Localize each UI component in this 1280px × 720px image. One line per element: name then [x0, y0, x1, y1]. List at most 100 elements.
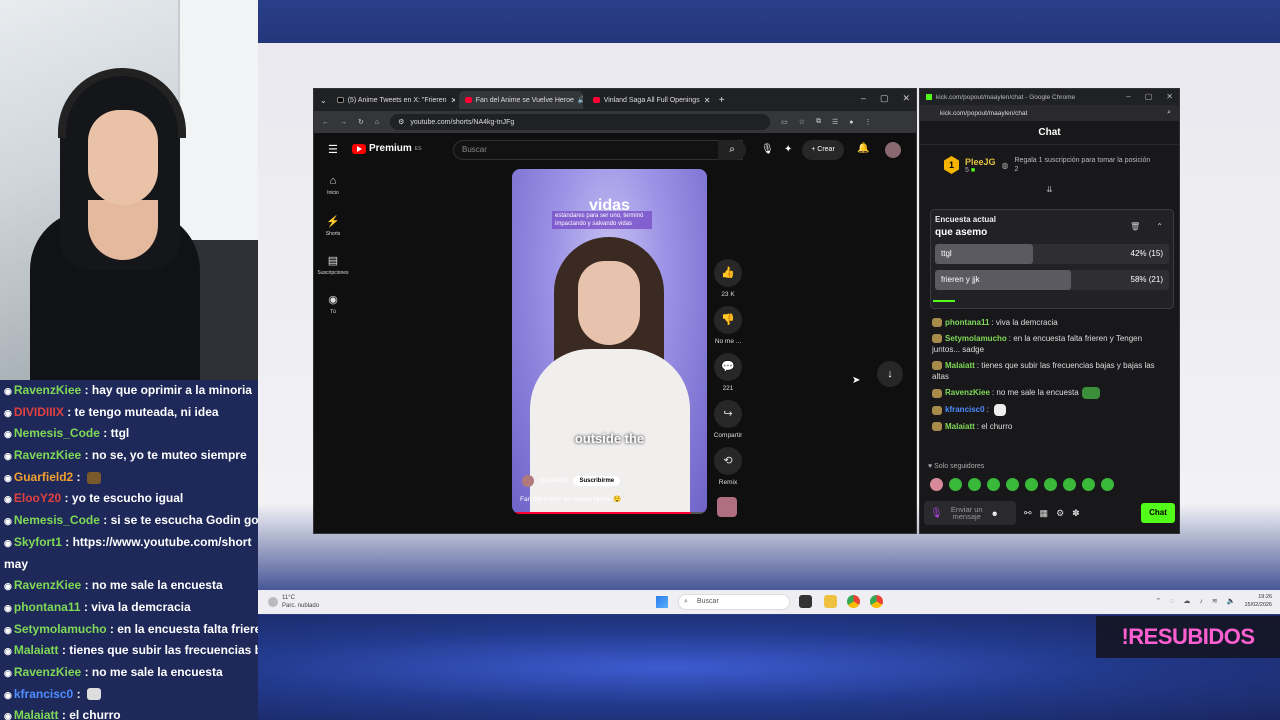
share-label: Compartir: [713, 432, 743, 439]
leader-name[interactable]: PleeJG: [965, 157, 996, 167]
poll-option[interactable]: frieren y jjk 58% (21): [935, 270, 1169, 290]
new-tab-icon[interactable]: +: [719, 95, 725, 106]
close-window-icon[interactable]: ✕: [1166, 92, 1173, 101]
close-icon[interactable]: ✕: [704, 96, 711, 105]
close-icon[interactable]: ✕: [451, 96, 455, 105]
zoom-icon[interactable]: ⌕: [1167, 109, 1171, 117]
channel-name[interactable]: @lachelfys: [539, 478, 568, 484]
tab-search-list-icon[interactable]: ☰: [832, 118, 838, 126]
nav-item-shorts[interactable]: ⚡ Shorts: [314, 215, 352, 237]
nav-item-you[interactable]: ◉ Tú: [314, 293, 352, 315]
remix-button[interactable]: ⟲ Remix: [708, 447, 748, 486]
short-video-player[interactable]: vidas estándares para ser uno, terminó i…: [512, 169, 707, 514]
chat-input[interactable]: 🎙 Enviar un mensaje ☻: [924, 501, 1016, 525]
nav-item-subscriptions[interactable]: ▤ Suscripciones: [314, 254, 352, 276]
channel-avatar[interactable]: [522, 475, 534, 487]
hamburger-menu-icon[interactable]: ☰: [328, 143, 338, 156]
onedrive-icon[interactable]: ☁: [1183, 597, 1190, 605]
minimize-icon[interactable]: –: [861, 93, 866, 104]
tab-search-icon[interactable]: ⌄: [320, 96, 327, 105]
windows-start-icon[interactable]: [656, 596, 668, 608]
chat-username[interactable]: RavenzKiee: [945, 388, 990, 397]
maximize-icon[interactable]: ▢: [880, 93, 889, 104]
search-icon[interactable]: ⌕: [718, 140, 746, 160]
chevron-up-icon[interactable]: ⌃: [1155, 597, 1161, 605]
emote[interactable]: [1082, 478, 1095, 491]
connections-icon[interactable]: ⚯: [1024, 508, 1032, 519]
send-chat-button[interactable]: Chat: [1141, 503, 1175, 523]
url-field[interactable]: ⚙ youtube.com/shorts/NA4kg-tnJFg: [390, 114, 771, 130]
youtube-logo[interactable]: Premium ES: [352, 143, 421, 154]
emote[interactable]: [930, 478, 943, 491]
dislike-button[interactable]: 👎 No me ...: [708, 306, 748, 345]
notifications-bell-icon[interactable]: 🔔: [857, 143, 869, 154]
microphone-icon[interactable]: 🎙: [930, 508, 943, 518]
tab-anime-tweets[interactable]: (5) Anime Tweets en X: "Frieren ✕: [331, 91, 455, 109]
emote[interactable]: [1101, 478, 1114, 491]
volume-icon[interactable]: 🔈: [1227, 597, 1236, 605]
extensions-icon[interactable]: ⧉: [816, 118, 821, 126]
chat-username[interactable]: Malaiatt: [945, 422, 975, 431]
kick-url-bar[interactable]: kick.com/popout/maaylen/chat ⌕: [920, 105, 1179, 121]
emote[interactable]: [949, 478, 962, 491]
tab-vinland-saga[interactable]: Vinland Saga All Full Openings ✕: [587, 91, 711, 109]
site-info-icon[interactable]: ⚙: [398, 118, 404, 126]
collapse-arrow-icon[interactable]: ⇊: [920, 185, 1179, 195]
emote[interactable]: [968, 478, 981, 491]
minimize-icon[interactable]: –: [1126, 92, 1130, 101]
weather-widget[interactable]: 11°C Parc. nublado: [268, 594, 319, 610]
trash-icon[interactable]: 🗑: [1130, 222, 1140, 231]
taskbar-search-input[interactable]: ⌕ Buscar: [678, 594, 790, 610]
clock[interactable]: 19:26 15/02/2026: [1244, 593, 1272, 609]
search-input[interactable]: Buscar: [453, 140, 743, 160]
close-window-icon[interactable]: ✕: [902, 93, 910, 104]
share-button[interactable]: ↪ Compartir: [708, 400, 748, 439]
speaker-icon[interactable]: 🔊: [578, 96, 583, 104]
video-progress-bar[interactable]: [512, 512, 707, 514]
chrome-menu-icon[interactable]: ⋮: [865, 118, 872, 126]
home-icon[interactable]: ⌂: [375, 119, 379, 126]
comments-button[interactable]: 💬 221: [708, 353, 748, 392]
emote[interactable]: [987, 478, 1000, 491]
forward-icon[interactable]: →: [340, 119, 347, 126]
chat-username[interactable]: Setymolamucho: [945, 334, 1007, 343]
gift-icon[interactable]: ✽: [1072, 508, 1080, 519]
network-icon[interactable]: ◌: [1170, 598, 1174, 605]
chat-username[interactable]: Malaiatt: [945, 361, 975, 370]
audio-thumbnail[interactable]: [717, 497, 737, 517]
file-explorer-icon[interactable]: [824, 595, 837, 608]
nav-item-home[interactable]: ⌂ Inicio: [314, 175, 352, 196]
chat-badge-icon: ◉: [4, 581, 12, 592]
avatar[interactable]: [885, 142, 901, 158]
microphone-icon[interactable]: 🎙: [761, 144, 774, 155]
task-view-icon[interactable]: [799, 595, 812, 608]
emote[interactable]: [1063, 478, 1076, 491]
poll-option[interactable]: ttgl 42% (15): [935, 244, 1169, 264]
create-button[interactable]: + Crear: [802, 140, 844, 160]
chrome-icon[interactable]: [847, 595, 860, 608]
chrome-popup-icon[interactable]: [870, 595, 883, 608]
emote[interactable]: [1006, 478, 1019, 491]
emote[interactable]: [1044, 478, 1057, 491]
video-title[interactable]: Fan del Anime se Vuelve Heroe 😲: [520, 495, 621, 503]
profile-icon[interactable]: ●: [849, 119, 853, 126]
mic-tray-icon[interactable]: ♪: [1199, 598, 1203, 605]
subscribe-button[interactable]: Suscribirme: [573, 476, 621, 486]
chat-username[interactable]: phontana11: [945, 318, 989, 327]
chevron-up-icon[interactable]: ⌃: [1156, 222, 1163, 231]
reload-icon[interactable]: ↻: [358, 118, 364, 126]
bookmark-star-icon[interactable]: ☆: [799, 118, 805, 126]
next-video-arrow-icon[interactable]: ↓: [877, 361, 903, 387]
back-icon[interactable]: ←: [322, 119, 329, 126]
maximize-icon[interactable]: ▢: [1145, 92, 1153, 101]
chat-username[interactable]: kfrancisc0: [945, 405, 985, 414]
store-icon[interactable]: ▦: [1040, 508, 1049, 519]
ai-sparkle-icon[interactable]: ✦: [784, 144, 792, 155]
settings-gear-icon[interactable]: ⚙: [1056, 508, 1064, 519]
cast-icon[interactable]: ▭: [781, 118, 788, 126]
like-button[interactable]: 👍 23 K: [708, 259, 748, 298]
emote[interactable]: [1025, 478, 1038, 491]
wifi-icon[interactable]: ≋: [1212, 597, 1218, 605]
tab-youtube-short[interactable]: Fan del Anime se Vuelve Heroe 🔊 ✕: [458, 91, 583, 109]
emoji-icon[interactable]: ☻: [991, 509, 999, 517]
